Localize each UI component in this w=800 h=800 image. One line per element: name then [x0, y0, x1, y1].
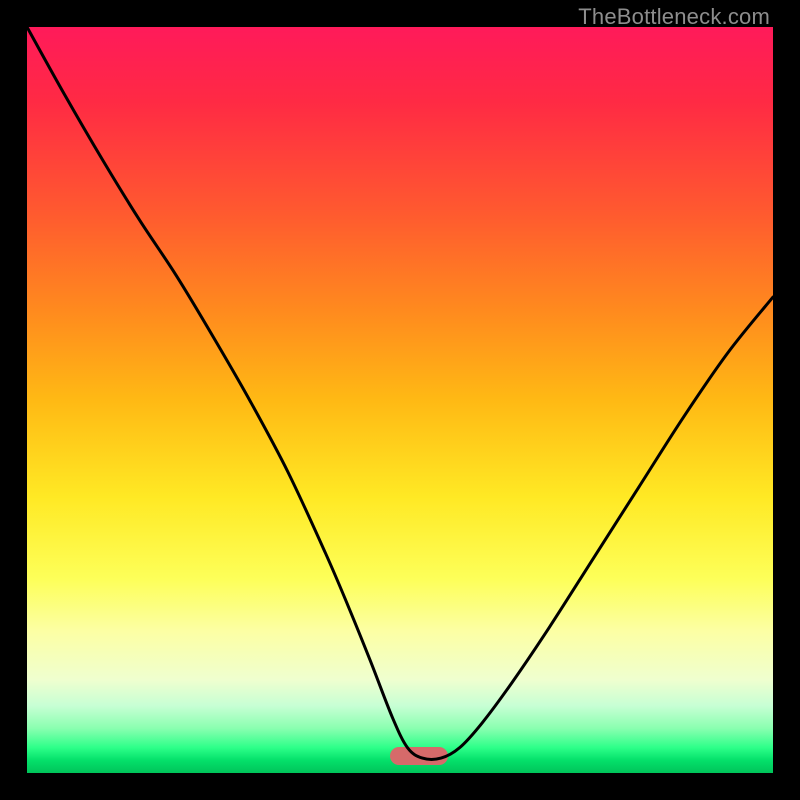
chart-frame: TheBottleneck.com: [0, 0, 800, 800]
watermark-text: TheBottleneck.com: [578, 4, 770, 30]
bottleneck-curve: [27, 27, 773, 773]
plot-area: [27, 27, 773, 773]
